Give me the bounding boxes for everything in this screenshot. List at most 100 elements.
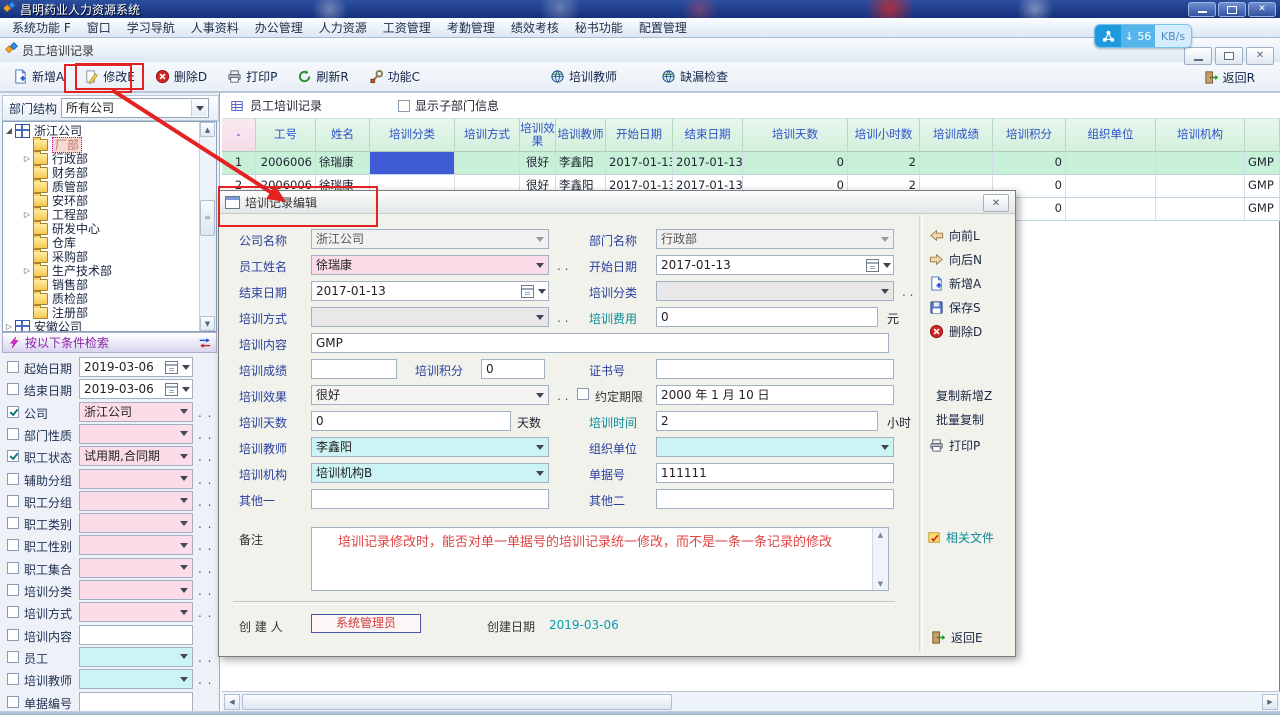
tree-item[interactable]: 财务部 [3,166,200,180]
category-combobox[interactable] [656,281,894,301]
menu-item[interactable]: 学习导航 [119,17,183,38]
calendar-icon[interactable] [165,361,190,374]
expander-icon[interactable]: ▷ [3,320,15,331]
calendar-icon[interactable] [521,285,546,298]
agreed-term-checkbox[interactable] [577,388,589,400]
days-input[interactable]: 0 [311,411,511,431]
tree-item[interactable]: 质检部 [3,292,200,306]
search-checkbox[interactable] [7,383,19,395]
swap-arrows-icon[interactable] [198,336,212,350]
table-cell[interactable] [1156,198,1245,221]
dropdown[interactable] [79,513,193,533]
scroll-up-icon[interactable]: ▲ [873,528,888,541]
doc-no-input[interactable]: 111111 [656,463,894,483]
table-cell[interactable] [1156,152,1245,175]
column-header[interactable]: 培训天数 [743,118,848,152]
other2-input[interactable] [656,489,894,509]
column-header[interactable]: 工号 [256,118,316,152]
chevron-down-icon[interactable] [177,493,191,509]
text-input[interactable] [79,692,193,712]
column-header[interactable]: 培训教师 [556,118,606,152]
search-control[interactable] [79,491,193,511]
search-checkbox[interactable] [7,651,19,663]
column-header[interactable]: 培训小时数 [848,118,920,152]
related-files-link[interactable]: 相关文件 [927,529,994,546]
dialog-side-button[interactable]: 保存S [929,299,981,316]
toolbar-link-button[interactable]: 缺漏检查 [654,65,735,88]
table-cell[interactable] [1066,198,1156,221]
search-control[interactable] [79,558,193,578]
employee-lookup-dots[interactable]: . . [557,259,568,273]
lookup-dots[interactable]: . . [198,473,212,487]
chevron-down-icon[interactable] [878,439,892,455]
score-input[interactable] [311,359,397,379]
calendar-icon[interactable] [866,259,891,272]
table-cell[interactable]: 0 [993,152,1066,175]
search-control[interactable] [79,669,193,689]
remark-scrollbar[interactable]: ▲ ▼ [872,528,888,590]
chevron-down-icon[interactable] [177,604,191,620]
scrollbar-thumb[interactable] [242,694,672,710]
return-button[interactable]: 返回R [1197,66,1262,89]
chevron-down-icon[interactable] [533,439,547,455]
mode-combobox[interactable] [311,307,549,327]
lookup-dots[interactable]: . . [198,651,212,665]
search-control[interactable] [79,647,193,667]
column-header[interactable]: 结束日期 [673,118,743,152]
remark-textarea[interactable]: 培训记录修改时，能否对单一单据号的培训记录统一修改，而不是一条一条记录的修改 ▲… [311,527,889,591]
tree-item[interactable]: 质管部 [3,180,200,194]
tree-item[interactable]: ▷工程部 [3,208,200,222]
cert-no-input[interactable] [656,359,894,379]
chevron-down-icon[interactable] [533,387,547,403]
column-header[interactable]: 培训分类 [370,118,455,152]
expander-icon[interactable]: ▷ [21,208,33,222]
search-checkbox[interactable] [7,606,19,618]
search-control[interactable] [79,692,193,712]
horizontal-scrollbar[interactable]: ◀ ▶ [222,691,1280,712]
end-date-input[interactable]: 2017-01-13 [311,281,549,301]
search-checkbox[interactable] [7,406,19,418]
column-header[interactable]: 培训方式 [455,118,520,152]
points-input[interactable]: 0 [481,359,545,379]
search-control[interactable]: 试用期,合同期 [79,446,193,466]
menu-item[interactable]: 工资管理 [375,17,439,38]
tree-scrollbar[interactable]: ▲ ▼ ≡ [199,122,216,331]
table-cell[interactable]: 0 [743,152,848,175]
toolbar-button-newdoc[interactable]: 新增A [6,65,71,88]
search-checkbox[interactable] [7,473,19,485]
dropdown[interactable] [79,535,193,555]
lookup-dots[interactable]: . . [198,584,212,598]
column-header[interactable]: 培训效果 [520,118,556,152]
close-button[interactable]: ✕ [1248,2,1276,17]
dropdown[interactable] [79,669,193,689]
date-input[interactable]: 2019-03-06 [79,379,193,399]
content-input[interactable]: GMP [311,333,889,353]
expander-icon[interactable]: ▷ [21,264,33,278]
search-control[interactable] [79,580,193,600]
effect-lookup-dots[interactable]: . . [557,389,568,403]
menu-item[interactable]: 秘书功能 [567,17,631,38]
form-restore-button[interactable] [1215,47,1243,65]
column-header[interactable]: 培训机构 [1156,118,1245,152]
table-cell[interactable]: 李鑫阳 [556,152,606,175]
menu-item[interactable]: 办公管理 [247,17,311,38]
table-cell[interactable] [1066,152,1156,175]
tree-item[interactable]: ▷生产技术部 [3,264,200,278]
dialog-side-button[interactable]: 向后N [929,251,982,268]
scroll-left-icon[interactable]: ◀ [224,694,240,710]
net-speed-widget[interactable]: ↓ 56 KB/s [1094,24,1192,48]
tree-item[interactable]: 安环部 [3,194,200,208]
table-row[interactable]: 12006006徐瑞康很好李鑫阳2017-01-132017-01-13020G… [222,152,1280,175]
minimize-button[interactable] [1188,2,1216,17]
column-header[interactable]: 培训成绩 [920,118,993,152]
menu-item[interactable]: 系统功能 F [4,17,79,38]
org-unit-combobox[interactable] [656,437,894,457]
table-cell[interactable]: 2 [848,152,920,175]
chevron-down-icon[interactable] [177,404,191,420]
tree-item[interactable]: ▷行政部 [3,152,200,166]
search-control[interactable] [79,602,193,622]
search-control[interactable] [79,469,193,489]
hours-input[interactable]: 2 [656,411,878,431]
chevron-down-icon[interactable] [533,465,547,481]
column-header[interactable]: - [222,118,256,152]
